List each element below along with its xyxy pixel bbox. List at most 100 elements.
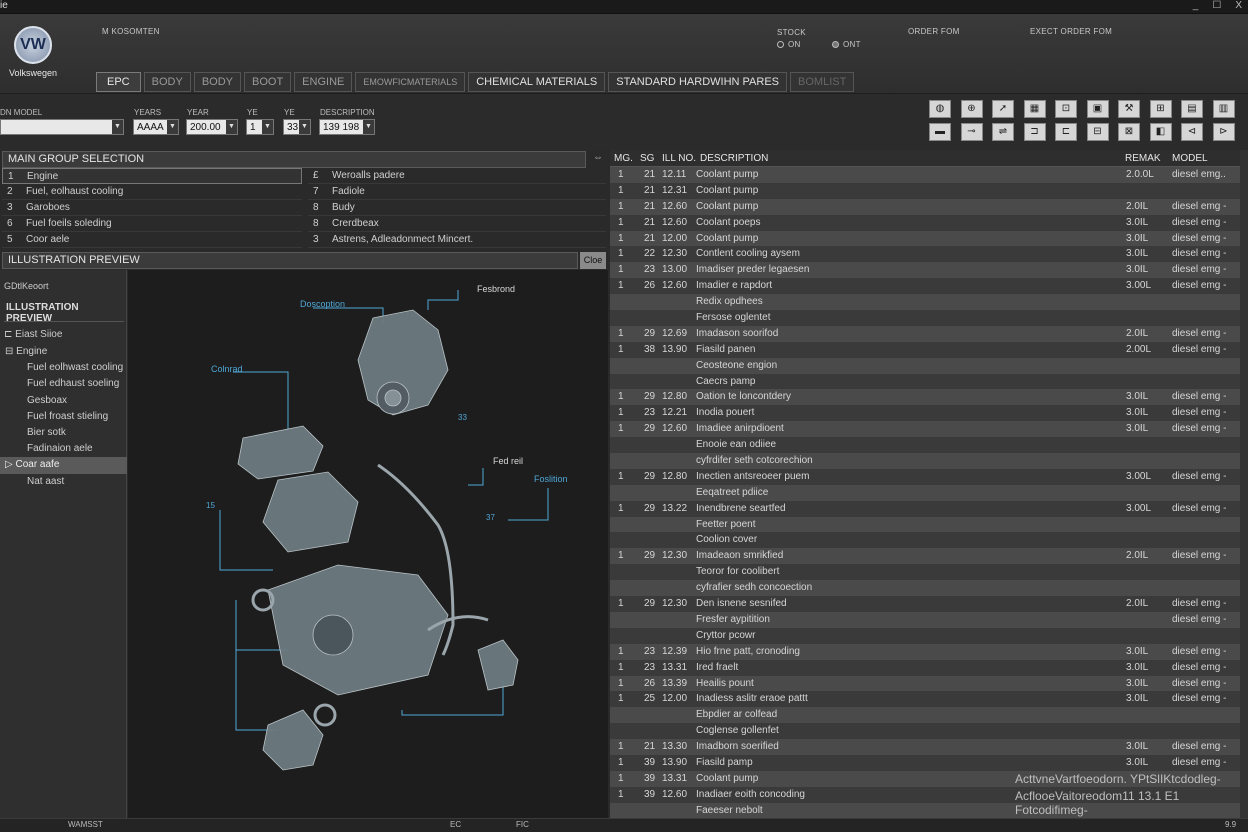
table-row[interactable]: Caecrs pamp bbox=[610, 373, 1240, 390]
table-row[interactable]: 1 21 12.31 Coolant pump bbox=[610, 182, 1240, 199]
globe-icon[interactable]: ◍ bbox=[929, 100, 951, 118]
table-row[interactable]: 1 21 12.11 Coolant pump 2.0.0L diesel emg.. bbox=[610, 167, 1240, 183]
table-row[interactable]: cyfrafier sedh concoection bbox=[610, 580, 1240, 597]
table-row[interactable]: Fersose oglentet bbox=[610, 310, 1240, 326]
camera-icon[interactable]: ⊡ bbox=[1055, 100, 1077, 118]
link-icon[interactable]: ⇌ bbox=[992, 123, 1014, 141]
main-group-item[interactable]: 1 Engine bbox=[2, 168, 302, 184]
nav-item[interactable]: Nat aast bbox=[0, 474, 127, 490]
main-group-item[interactable]: 3 Astrens, Adleadonmect Mincert. bbox=[308, 232, 606, 248]
nav-item[interactable]: ⊟ Engine bbox=[0, 344, 127, 360]
plug-icon[interactable]: ⊐ bbox=[1023, 123, 1046, 141]
stock-off-radio[interactable]: ONT bbox=[832, 40, 861, 49]
pin-icon[interactable]: ⊞ bbox=[1149, 100, 1172, 118]
table-row[interactable]: 1 22 12.30 Contlent cooling aysem 3.0IL diese… bbox=[610, 246, 1240, 263]
table-row[interactable]: 1 38 13.90 Fiasild panen 2.00L diesel emg - bbox=[610, 341, 1240, 358]
tools-icon[interactable]: ⚒ bbox=[1118, 100, 1140, 118]
table-icon[interactable]: ▬ bbox=[929, 123, 951, 141]
order-form-link[interactable]: ORDER FOM bbox=[908, 27, 960, 36]
tab-bomlist[interactable]: BOMLIST bbox=[790, 72, 855, 92]
table-row[interactable]: 1 25 12.00 Inadiess aslitr eraoe pattt 3.0IL… bbox=[610, 691, 1240, 708]
tab-engine[interactable]: ENGINE bbox=[294, 72, 353, 92]
col-sg-header[interactable]: SG bbox=[640, 150, 654, 167]
wrench-icon[interactable]: ➚ bbox=[992, 100, 1014, 118]
table-row[interactable]: Eeqatreet pdiice bbox=[610, 484, 1240, 501]
table-row[interactable]: Ceosteone engion bbox=[610, 357, 1240, 374]
main-group-item[interactable]: 6 Fuel foeils soleding bbox=[2, 216, 302, 232]
tab-epc[interactable]: EPC bbox=[96, 72, 141, 92]
main-group-item[interactable]: 7 Fadiole bbox=[308, 184, 606, 200]
table-row[interactable]: cyfrdifer seth cotcorechion bbox=[610, 453, 1240, 469]
table-row[interactable]: 1 23 13.31 Ired fraelt 3.0IL diesel emg - bbox=[610, 659, 1240, 676]
illustration-canvas[interactable]: Fesbrond Doscoption Colnrad Fed reil Fos… bbox=[128, 270, 608, 818]
table-row[interactable]: 1 21 12.60 Coolant poeps 3.0IL diesel emg - bbox=[610, 214, 1240, 231]
description-select[interactable]: 139 198 ▼ bbox=[319, 119, 375, 135]
col-description-header[interactable]: DESCRIPTION bbox=[700, 150, 768, 167]
table-row[interactable]: 1 23 12.21 Inodia pouert 3.0IL diesel emg - bbox=[610, 405, 1240, 422]
table-row[interactable]: 1 21 12.00 Coolant pump 3.0IL diesel emg - bbox=[610, 230, 1240, 247]
nav-root[interactable]: ⊏ Eiast Siioe bbox=[4, 329, 62, 340]
cart-icon[interactable]: ⊠ bbox=[1118, 123, 1140, 141]
table-row[interactable]: Cryttor pcowr bbox=[610, 627, 1240, 644]
expand-icon[interactable]: ⊟ bbox=[1086, 123, 1109, 141]
table-row[interactable]: 1 29 12.80 Inectien antsreoeer puem 3.00L die… bbox=[610, 468, 1240, 485]
main-group-item[interactable]: £ Weroalls padere bbox=[308, 168, 606, 184]
table-row[interactable]: Fresfer aypitition diesel emg - bbox=[610, 611, 1240, 628]
col-remark-header[interactable]: REMAK bbox=[1125, 150, 1161, 167]
parts-scrollbar[interactable] bbox=[1240, 150, 1248, 818]
main-group-item[interactable]: 8 Budy bbox=[308, 200, 606, 216]
close-preview-button[interactable]: Cloe bbox=[580, 252, 606, 269]
maximize-button[interactable]: ☐ bbox=[1212, 0, 1221, 11]
main-group-item[interactable]: 2 Fuel, eolhaust cooling bbox=[2, 184, 302, 200]
table-row[interactable]: Coolion cover bbox=[610, 532, 1240, 549]
bracket-icon[interactable]: ⊏ bbox=[1055, 123, 1077, 141]
table-row[interactable]: 1 23 12.39 Hio frne patt, cronoding 3.0IL die… bbox=[610, 643, 1240, 660]
main-group-item[interactable]: 5 Coor aele bbox=[2, 232, 302, 248]
grid-icon[interactable]: ▦ bbox=[1023, 100, 1046, 118]
nav-item[interactable]: Fuel froast stieling bbox=[0, 409, 127, 425]
table-row[interactable]: 1 29 12.60 Imadiee anirpdioent 3.0IL diesel e… bbox=[610, 421, 1240, 438]
swap-icon[interactable]: ⇔ bbox=[589, 152, 607, 166]
export-order-form-link[interactable]: EXECT ORDER FOM bbox=[1030, 27, 1112, 36]
years-select[interactable]: AAAA ▼ bbox=[133, 119, 179, 135]
col-mg-header[interactable]: MG. bbox=[614, 150, 633, 167]
ye-select[interactable]: 1 ▼ bbox=[246, 119, 274, 135]
table-row[interactable]: 1 21 13.30 Imadborn soerified 3.0IL diesel em… bbox=[610, 739, 1240, 755]
table-row[interactable]: 1 21 12.60 Coolant pump 2.0IL diesel emg - bbox=[610, 198, 1240, 215]
nav-item[interactable]: Bier sotk bbox=[0, 425, 127, 441]
table-row[interactable]: 1 29 12.30 Imadeaon smrikfied 2.0IL diesel em… bbox=[610, 548, 1240, 565]
clipboard-icon[interactable]: ◧ bbox=[1149, 123, 1172, 141]
table-row[interactable]: Teoror for coolibert bbox=[610, 564, 1240, 581]
table-row[interactable]: 1 23 13.00 Imadiser preder legaesen 3.0IL die… bbox=[610, 262, 1240, 279]
table-row[interactable]: 1 29 12.30 Den isnene sesnifed 2.0IL diesel e… bbox=[610, 596, 1240, 612]
table-row[interactable]: 1 29 12.80 Oation te loncontdery 3.0IL diesel… bbox=[610, 389, 1240, 406]
tab-chemical-materials[interactable]: CHEMICAL MATERIALS bbox=[468, 72, 606, 92]
chip-icon[interactable]: ⊕ bbox=[960, 100, 983, 118]
main-group-item[interactable]: 8 Crerdbeax bbox=[308, 216, 606, 232]
next-icon[interactable]: ⊳ bbox=[1212, 123, 1235, 141]
nav-item[interactable]: Fuel edhaust soeling bbox=[0, 376, 127, 392]
main-group-item[interactable]: 3 Garoboes bbox=[2, 200, 302, 216]
doc-icon[interactable]: ▤ bbox=[1181, 100, 1203, 118]
table-row[interactable]: 1 26 13.39 Heailis pount 3.0IL diesel emg - bbox=[610, 675, 1240, 692]
stock-on-radio[interactable]: ON bbox=[777, 40, 801, 49]
more-icon[interactable]: ▥ bbox=[1212, 100, 1235, 118]
table-row[interactable]: Feetter poent bbox=[610, 516, 1240, 533]
tab-boot[interactable]: BOOT bbox=[244, 72, 292, 92]
tab-body[interactable]: BODY bbox=[143, 72, 191, 92]
nav-item[interactable]: ▷ Coar aafe bbox=[0, 457, 127, 474]
model-select[interactable]: ▼ bbox=[0, 119, 124, 135]
table-row[interactable]: Coglense gollenfet bbox=[610, 723, 1240, 740]
col-ill-header[interactable]: ILL NO. bbox=[662, 150, 696, 167]
tab-standard-hardware-parts[interactable]: STANDARD HARDWIHN PARES bbox=[608, 72, 788, 92]
tab-materials[interactable]: EMOWFICMATERIALS bbox=[355, 72, 466, 92]
col-model-header[interactable]: MODEL bbox=[1172, 150, 1208, 167]
first-icon[interactable]: ⊲ bbox=[1181, 123, 1203, 141]
tab-body-2[interactable]: BODY bbox=[193, 72, 241, 92]
table-row[interactable]: 1 29 12.69 Imadason soorifod 2.0IL diesel emg… bbox=[610, 325, 1240, 342]
key-icon[interactable]: ⊸ bbox=[960, 123, 983, 141]
minimize-button[interactable]: _ bbox=[1193, 0, 1199, 11]
nav-item[interactable]: Gesboax bbox=[0, 393, 127, 409]
table-row[interactable]: Enooie ean odiiee bbox=[610, 437, 1240, 454]
table-row[interactable]: 1 29 13.22 Inendbrene seartfed 3.00L diesel e… bbox=[610, 500, 1240, 517]
